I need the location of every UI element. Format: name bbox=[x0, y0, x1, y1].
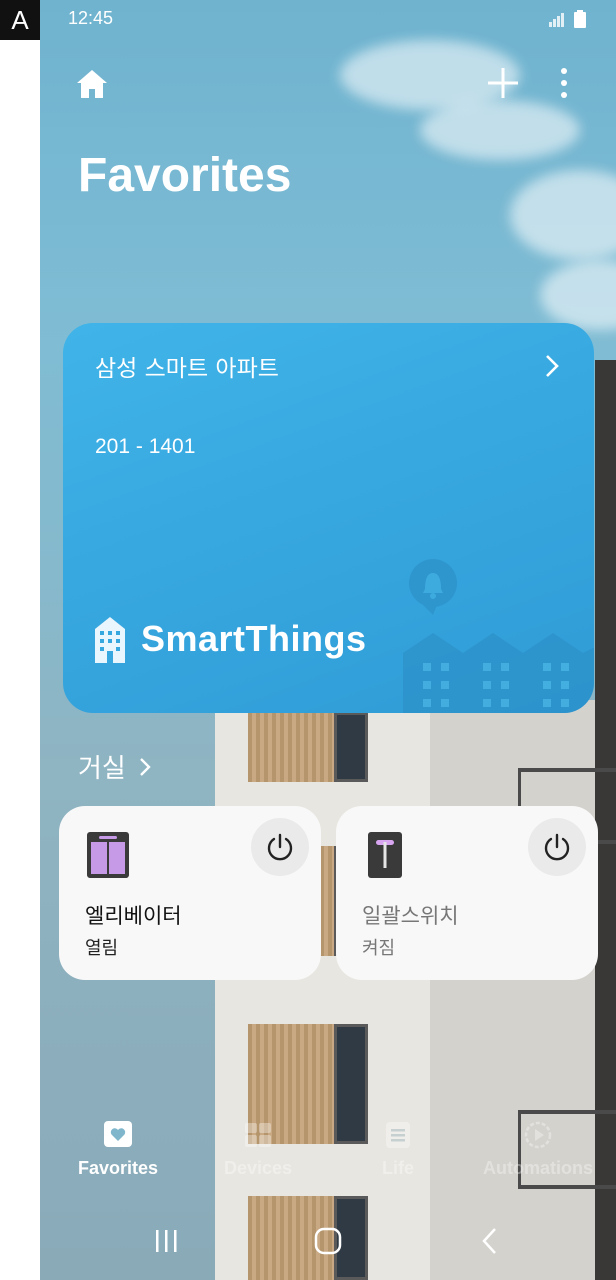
device-name: 일괄스위치 bbox=[362, 904, 459, 928]
plus-icon bbox=[488, 68, 518, 98]
device-state: 열림 bbox=[85, 938, 119, 959]
signal-icon bbox=[548, 11, 566, 31]
brand-name: SmartThings bbox=[141, 618, 367, 659]
back-button[interactable] bbox=[470, 1226, 510, 1256]
switch-icon bbox=[368, 832, 402, 878]
overlay-badge: A bbox=[0, 0, 40, 40]
device-card-switch[interactable]: 일괄스위치 켜짐 bbox=[336, 806, 598, 980]
play-icon bbox=[524, 1121, 552, 1149]
more-vert-icon bbox=[561, 68, 567, 98]
room-name: 거실 bbox=[78, 754, 126, 784]
home-name: 삼성 스마트 아파트 bbox=[95, 356, 279, 382]
home-system-button[interactable] bbox=[308, 1226, 348, 1256]
status-time: 12:45 bbox=[68, 8, 114, 28]
tab-label: Favorites bbox=[77, 1158, 159, 1178]
elevator-icon bbox=[87, 832, 129, 878]
tab-automations[interactable]: Automations bbox=[468, 1120, 608, 1179]
recents-button[interactable] bbox=[146, 1226, 186, 1256]
tab-label: Devices bbox=[223, 1158, 293, 1178]
recents-icon bbox=[156, 1230, 177, 1252]
tab-life[interactable]: Life bbox=[328, 1120, 468, 1179]
page-title: Favorites bbox=[78, 149, 292, 202]
device-state: 켜짐 bbox=[362, 938, 396, 959]
power-button[interactable] bbox=[251, 818, 309, 876]
home-unit: 201 - 1401 bbox=[95, 435, 196, 458]
tab-label: Life bbox=[381, 1158, 414, 1178]
power-button[interactable] bbox=[528, 818, 586, 876]
tab-favorites[interactable]: Favorites bbox=[48, 1120, 188, 1179]
chevron-right-icon bbox=[544, 353, 560, 383]
tab-devices[interactable]: Devices bbox=[188, 1120, 328, 1179]
power-icon bbox=[267, 833, 293, 861]
bottom-navigation: Favorites Devices Life Automations bbox=[40, 1120, 616, 1200]
chevron-right-icon bbox=[139, 757, 151, 776]
system-navigation-bar bbox=[40, 1218, 616, 1268]
tab-label: Automations bbox=[483, 1158, 593, 1178]
heart-icon bbox=[104, 1121, 132, 1147]
add-button[interactable] bbox=[486, 66, 520, 100]
apartment-illustration bbox=[403, 559, 594, 713]
home-location-card[interactable]: 삼성 스마트 아파트 201 - 1401 SmartThings bbox=[63, 323, 594, 713]
room-header[interactable]: 거실 bbox=[78, 748, 152, 785]
home-button[interactable] bbox=[74, 66, 110, 102]
device-card-elevator[interactable]: 엘리베이터 열림 bbox=[59, 806, 321, 980]
more-options-button[interactable] bbox=[554, 66, 574, 100]
status-icons bbox=[548, 10, 586, 32]
device-name: 엘리베이터 bbox=[85, 904, 182, 928]
battery-icon bbox=[574, 10, 586, 32]
phone-screen: 12:45 Favorites 삼성 스마트 아파트 201 - 1401 Sm… bbox=[40, 0, 616, 1280]
smartthings-logo: SmartThings bbox=[93, 615, 367, 663]
back-icon bbox=[482, 1228, 496, 1254]
building-icon bbox=[95, 617, 125, 663]
list-icon bbox=[386, 1122, 410, 1148]
left-strip: A bbox=[0, 0, 40, 1280]
home-icon bbox=[77, 70, 107, 98]
power-icon bbox=[544, 833, 570, 861]
grid-icon bbox=[245, 1123, 271, 1147]
home-circle-icon bbox=[314, 1227, 342, 1255]
